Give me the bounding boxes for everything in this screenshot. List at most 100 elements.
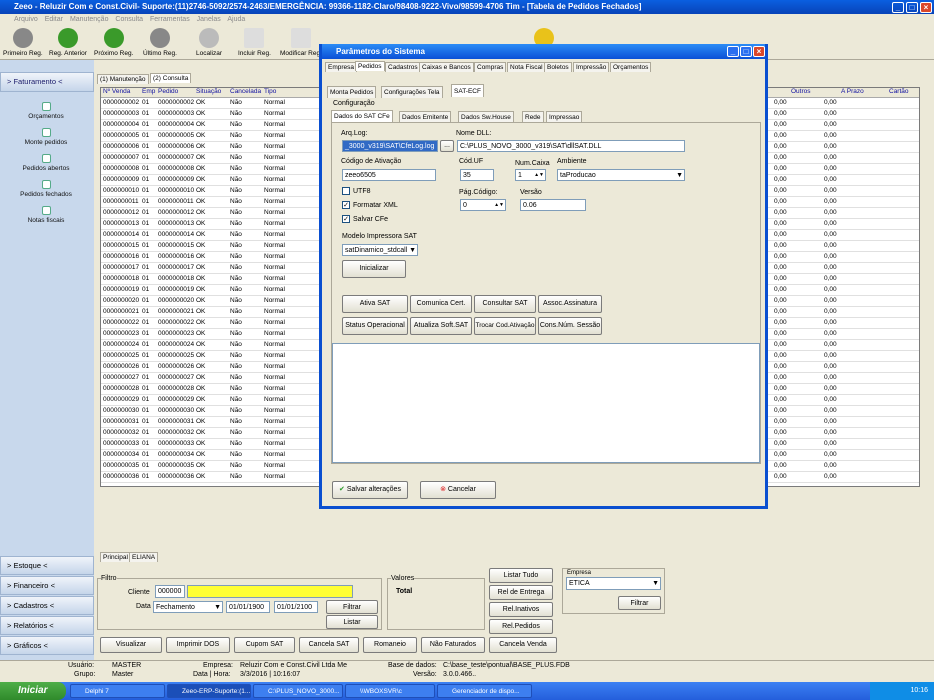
menu-arquivo[interactable]: Arquivo	[14, 16, 38, 23]
dtab-impressao[interactable]: Impressão	[573, 62, 610, 72]
spin-icon[interactable]: ▲▼	[494, 200, 504, 210]
cliente-code-input[interactable]: 000000	[155, 585, 185, 598]
col-cartao[interactable]: Cartão	[889, 88, 909, 95]
innertab-dados-sat[interactable]: Dados do SAT CFe	[331, 110, 393, 122]
formatar-xml-checkbox[interactable]: ✓ Formatar XML	[342, 201, 398, 209]
numcaixa-stepper[interactable]: 1 ▲▼	[515, 169, 546, 181]
start-button[interactable]: Iniciar	[0, 682, 66, 700]
menu-manutencao[interactable]: Manutenção	[70, 16, 109, 23]
dtab-orcamentos[interactable]: Orçamentos	[610, 62, 652, 72]
rel-entrega-button[interactable]: Rel de Entrega	[489, 585, 553, 600]
dtab-pedidos[interactable]: Pedidos	[355, 61, 385, 71]
tab-principal[interactable]: Principal	[100, 552, 131, 562]
subtab-config-tela[interactable]: Configurações Tela	[381, 86, 443, 98]
task-zeeo[interactable]: Zeeo-ERP-Suporte:(1...	[167, 684, 251, 698]
menu-janelas[interactable]: Janelas	[197, 16, 221, 23]
last-record-button[interactable]: Último Reg.	[143, 28, 177, 57]
status-operacional-button[interactable]: Status Operacional	[342, 317, 408, 335]
subtab-monta-pedidos[interactable]: Monta Pedidos	[327, 86, 377, 98]
maximize-button[interactable]: □	[906, 1, 918, 13]
utf8-checkbox[interactable]: UTF8	[342, 187, 371, 195]
trocar-cod-button[interactable]: Trocar Cod.Ativação	[474, 317, 536, 335]
ativa-sat-button[interactable]: Ativa SAT	[342, 295, 408, 313]
sidebar-cadastros[interactable]: > Cadastros <	[0, 596, 94, 615]
col-situacao[interactable]: Situação	[196, 88, 221, 95]
menu-ajuda[interactable]: Ajuda	[227, 16, 245, 23]
salvar-alteracoes-button[interactable]: ✔ Salvar alterações	[332, 481, 408, 499]
dtab-caixas[interactable]: Caixas e Bancos	[419, 62, 474, 72]
listar-button[interactable]: Listar	[326, 615, 378, 629]
col-cancelada[interactable]: Cancelada	[230, 88, 261, 95]
inicializar-button[interactable]: Inicializar	[342, 260, 406, 278]
innertab-impressao[interactable]: Impressao	[546, 111, 583, 122]
task-gerenciador[interactable]: Gerenciador de dispo...	[437, 684, 532, 698]
cancela-venda-button[interactable]: Cancela Venda	[489, 637, 557, 653]
sidebar-estoque[interactable]: > Estoque <	[0, 556, 94, 575]
empresa-select[interactable]: ETICA ▼	[566, 577, 661, 590]
consultar-sat-button[interactable]: Consultar SAT	[474, 295, 536, 313]
subtab-sat-ecf[interactable]: SAT-ECF	[451, 84, 484, 97]
dtab-compras[interactable]: Compras	[474, 62, 507, 72]
dialog-minimize-button[interactable]: _	[727, 46, 739, 57]
browse-button[interactable]: ...	[440, 140, 454, 152]
task-wboxsvr[interactable]: \\WBOXSVR\c	[345, 684, 435, 698]
search-button[interactable]: Localizar	[196, 28, 222, 57]
spin-icon[interactable]: ▲▼	[534, 170, 544, 180]
col-aprazo[interactable]: A Prazo	[841, 88, 864, 95]
sidebar-item-pedidos-fechados[interactable]: Pedidos fechados	[0, 180, 92, 198]
date-to-input[interactable]: 01/01/2100	[274, 601, 318, 613]
tab-eliana[interactable]: ELIANA	[129, 552, 159, 562]
dtab-cadastros[interactable]: Cadastros	[385, 62, 421, 72]
ambiente-select[interactable]: taProducao ▼	[557, 169, 685, 181]
innertab-dados-emitente[interactable]: Dados Emitente	[399, 111, 452, 122]
cons-num-sessao-button[interactable]: Cons.Núm. Sessão	[538, 317, 602, 335]
sidebar-graficos[interactable]: > Gráficos <	[0, 636, 94, 655]
arqlog-input[interactable]: _3000_v319\SAT\CfeLog.log	[342, 140, 438, 152]
col-pedido[interactable]: Pedido	[158, 88, 178, 95]
romaneio-button[interactable]: Romaneio	[363, 637, 417, 653]
menu-consulta[interactable]: Consulta	[115, 16, 143, 23]
sidebar-financeiro[interactable]: > Financeiro <	[0, 576, 94, 595]
next-record-button[interactable]: Próximo Reg.	[94, 28, 133, 57]
task-plus-novo[interactable]: C:\PLUS_NOVO_3000...	[253, 684, 343, 698]
cliente-name-input[interactable]	[187, 585, 353, 598]
cancela-sat-button[interactable]: Cancela SAT	[299, 637, 359, 653]
rel-pedidos-button[interactable]: Rel.Pedidos	[489, 619, 553, 634]
sidebar-item-notas-fiscais[interactable]: Notas fiscais	[0, 206, 92, 224]
innertab-dados-swhouse[interactable]: Dados Sw.House	[458, 111, 514, 122]
rel-inativos-button[interactable]: Rel.Inativos	[489, 602, 553, 617]
col-outros[interactable]: Outros	[791, 88, 811, 95]
col-nvenda[interactable]: Nº Venda	[103, 88, 130, 95]
filtrar-button[interactable]: Filtrar	[326, 600, 378, 614]
versao-sat-input[interactable]: 0.06	[520, 199, 586, 211]
assoc-assinatura-button[interactable]: Assoc.Assinatura	[538, 295, 602, 313]
dialog-maximize-button[interactable]: □	[740, 46, 752, 57]
listar-tudo-button[interactable]: Listar Tudo	[489, 568, 553, 583]
visualizar-button[interactable]: Visualizar	[100, 637, 162, 653]
nomedll-input[interactable]: C:\PLUS_NOVO_3000_v319\SAT\dllSAT.DLL	[457, 140, 685, 152]
codativ-input[interactable]: zeeo6505	[342, 169, 436, 181]
tab-consulta[interactable]: (2) Consulta	[150, 73, 192, 83]
pagcodigo-stepper[interactable]: 0 ▲▼	[460, 199, 506, 211]
add-record-button[interactable]: Incluir Reg.	[238, 28, 271, 57]
task-delphi[interactable]: Delphi 7	[70, 684, 165, 698]
cupom-sat-button[interactable]: Cupom SAT	[234, 637, 295, 653]
tab-manutencao[interactable]: (1) Manutenção	[97, 74, 149, 84]
sidebar-item-orcamentos[interactable]: Orçamentos	[0, 102, 92, 120]
sidebar-relatorios[interactable]: > Relatórios <	[0, 616, 94, 635]
cancelar-button[interactable]: ⊗ Cancelar	[420, 481, 496, 499]
prev-record-button[interactable]: Reg. Anterior	[49, 28, 87, 57]
sidebar-item-pedidos-abertos[interactable]: Pedidos abertos	[0, 154, 92, 172]
salvar-cfe-checkbox[interactable]: ✓ Salvar CFe	[342, 215, 388, 223]
sidebar-header-faturamento[interactable]: > Faturamento <	[0, 72, 94, 92]
menu-editar[interactable]: Editar	[45, 16, 63, 23]
date-from-input[interactable]: 01/01/1900	[226, 601, 270, 613]
imprimir-dos-button[interactable]: Imprimir DOS	[166, 637, 230, 653]
first-record-button[interactable]: Primeiro Reg.	[3, 28, 43, 57]
log-textarea[interactable]	[332, 343, 760, 463]
close-button[interactable]: ×	[920, 1, 932, 13]
nao-faturados-button[interactable]: Não Faturados	[421, 637, 485, 653]
dtab-empresa[interactable]: Empresa	[325, 62, 358, 72]
sidebar-item-monte-pedidos[interactable]: Monte pedidos	[0, 128, 92, 146]
edit-record-button[interactable]: Modificar Reg.	[280, 28, 322, 57]
